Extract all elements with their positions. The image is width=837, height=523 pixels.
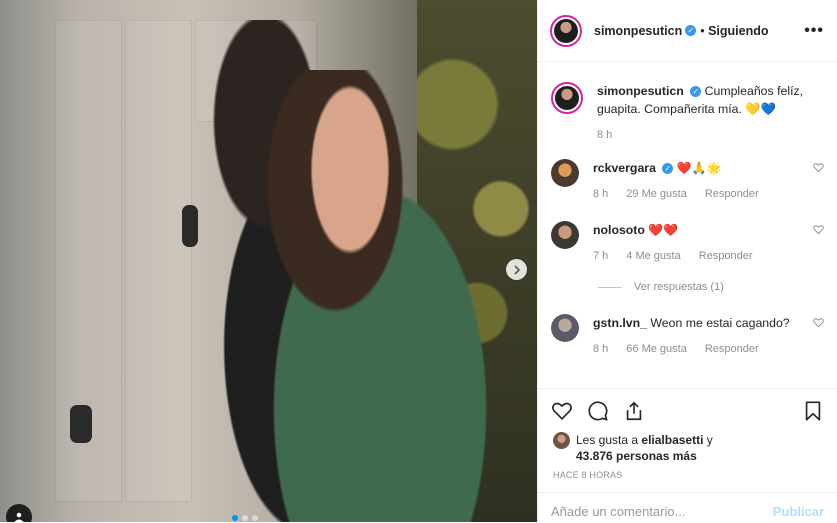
comment-like-heart-icon[interactable] xyxy=(813,224,824,235)
caption-avatar[interactable] xyxy=(551,82,583,114)
comment-like-heart-icon[interactable] xyxy=(813,317,824,328)
comment-likes[interactable]: 29 Me gusta xyxy=(626,185,687,203)
comment-time: 7 h xyxy=(593,250,609,262)
verified-badge-icon: ✓ xyxy=(662,163,674,175)
liker-avatar[interactable] xyxy=(553,432,570,449)
comment-like-heart-icon[interactable] xyxy=(813,162,824,173)
comment-likes[interactable]: 4 Me gusta xyxy=(626,247,680,265)
reply-button[interactable]: Responder xyxy=(705,185,759,203)
comment-time: 8 h xyxy=(593,343,609,355)
woman-figure xyxy=(215,70,515,522)
commenter-avatar[interactable] xyxy=(551,159,579,187)
likes-summary: Les gusta a elialbasetti y 43.876 person… xyxy=(553,432,824,464)
commenter-avatar[interactable] xyxy=(551,221,579,249)
follow-status: • Siguiendo xyxy=(700,24,768,38)
post-timestamp: HACE 8 HORAS xyxy=(553,470,623,480)
comment-input[interactable] xyxy=(551,497,773,519)
replies-divider xyxy=(598,286,622,288)
comment-text: ❤️🙏🌟 xyxy=(676,161,722,175)
verified-badge-icon: ✓ xyxy=(690,86,702,98)
comments-list[interactable]: simonpesuticn ✓ Cumpleaños felíz, guapit… xyxy=(538,62,837,388)
caption-username[interactable]: simonpesuticn xyxy=(597,84,684,98)
chevron-right-icon xyxy=(513,264,520,275)
share-icon[interactable] xyxy=(623,400,645,422)
more-options-icon[interactable]: ••• xyxy=(804,22,824,40)
heart-icon[interactable] xyxy=(551,400,573,422)
likes-count[interactable]: 43.876 personas más xyxy=(576,449,697,463)
add-comment-bar: Publicar xyxy=(538,492,837,523)
comment-time: 8 h xyxy=(593,188,609,200)
action-icons xyxy=(551,400,824,424)
liker-username[interactable]: elialbasetti xyxy=(641,433,703,447)
comment-meta: 8 h 29 Me gusta Responder xyxy=(593,185,824,203)
reply-button[interactable]: Responder xyxy=(705,340,759,358)
next-photo-button[interactable] xyxy=(506,259,527,280)
post-sidebar: simonpesuticn ✓ • Siguiendo ••• simonpes… xyxy=(537,0,837,522)
comment-icon[interactable] xyxy=(587,400,609,422)
following-button[interactable]: Siguiendo xyxy=(708,24,768,38)
author-avatar[interactable] xyxy=(550,14,582,47)
comment-username[interactable]: nolosoto xyxy=(593,223,645,237)
view-replies-label: Ver respuestas (1) xyxy=(634,281,724,293)
author-username[interactable]: simonpesuticn xyxy=(594,24,682,38)
separator-dot: • xyxy=(700,23,705,38)
verified-badge-icon: ✓ xyxy=(685,25,697,36)
comment-meta: 7 h 4 Me gusta Responder xyxy=(593,247,824,265)
door-knob xyxy=(70,405,92,443)
instagram-post: simonpesuticn ✓ • Siguiendo ••• simonpes… xyxy=(0,0,837,522)
comment-text: ❤️❤️ xyxy=(648,223,679,237)
publish-button[interactable]: Publicar xyxy=(773,498,824,519)
likes-prefix: Les gusta a xyxy=(576,433,639,447)
user-tag-button[interactable] xyxy=(6,504,32,522)
caption: simonpesuticn ✓ Cumpleaños felíz, guapit… xyxy=(551,82,824,144)
reply-button[interactable]: Responder xyxy=(699,247,753,265)
caption-time: 8 h xyxy=(597,129,613,141)
carousel-dot-active xyxy=(232,515,238,521)
caption-meta: 8 h xyxy=(597,126,824,144)
post-header: simonpesuticn ✓ • Siguiendo ••• xyxy=(538,0,837,62)
comment-username[interactable]: rckvergara xyxy=(593,161,656,175)
likes-joiner: y xyxy=(706,433,713,447)
post-photo[interactable] xyxy=(0,0,537,522)
comment-item: rckvergara ✓ ❤️🙏🌟 8 h 29 Me gusta Respon… xyxy=(551,159,824,203)
commenter-avatar[interactable] xyxy=(551,314,579,342)
comment-meta: 8 h 66 Me gusta Responder xyxy=(593,340,824,358)
carousel-indicator xyxy=(232,515,258,521)
user-tag-icon xyxy=(14,512,24,522)
comment-likes[interactable]: 66 Me gusta xyxy=(626,340,687,358)
carousel-dot xyxy=(252,515,258,521)
view-replies-button[interactable]: Ver respuestas (1) xyxy=(598,281,724,293)
bookmark-icon[interactable] xyxy=(802,400,824,422)
comment-item: nolosoto ❤️❤️ 7 h 4 Me gusta Responder xyxy=(551,221,824,265)
comment-username[interactable]: gstn.lvn_ xyxy=(593,316,647,330)
carousel-dot xyxy=(242,515,248,521)
comment-text: Weon me estai cagando? xyxy=(650,316,790,330)
post-actions: Les gusta a elialbasetti y 43.876 person… xyxy=(538,388,837,523)
comment-item: gstn.lvn_ Weon me estai cagando? 8 h 66 … xyxy=(551,314,824,358)
